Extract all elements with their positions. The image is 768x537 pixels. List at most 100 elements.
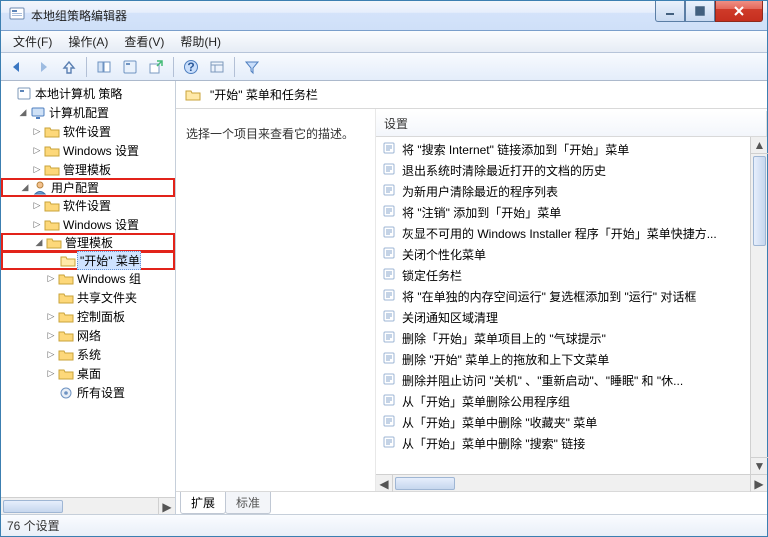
setting-item[interactable]: 为新用户清除最近的程序列表 xyxy=(376,181,750,202)
forward-button[interactable] xyxy=(31,55,55,79)
list-hscrollbar[interactable]: ◀ ▶ xyxy=(376,474,767,491)
details-body: 选择一个项目来查看它的描述。 设置 将 "搜索 Internet" 链接添加到「… xyxy=(176,109,767,492)
setting-item[interactable]: 将 "搜索 Internet" 链接添加到「开始」菜单 xyxy=(376,139,750,160)
policy-icon xyxy=(382,267,396,284)
tree-label: 系统 xyxy=(75,346,101,363)
folder-icon xyxy=(57,367,75,381)
tree-item-start-menu[interactable]: ▷"开始" 菜单 xyxy=(1,251,175,270)
setting-label: 为新用户清除最近的程序列表 xyxy=(402,183,558,200)
scroll-left-icon[interactable]: ◀ xyxy=(376,475,393,492)
scrollbar-thumb[interactable] xyxy=(395,477,455,490)
options-button[interactable] xyxy=(205,55,229,79)
menu-action[interactable]: 操作(A) xyxy=(60,31,116,52)
menu-view[interactable]: 查看(V) xyxy=(116,31,172,52)
tree-item-desktop[interactable]: ▷桌面 xyxy=(1,364,175,383)
tree-label: 软件设置 xyxy=(61,123,111,140)
tree-scroll[interactable]: ▶ 本地计算机 策略 ◢ 计算机配置 ▷ 软件设置 ▷Windows 设置 ▷管理… xyxy=(1,81,175,497)
policy-icon xyxy=(382,225,396,242)
setting-item[interactable]: 将 "在单独的内存空间运行" 复选框添加到 "运行" 对话框 xyxy=(376,286,750,307)
setting-item[interactable]: 关闭个性化菜单 xyxy=(376,244,750,265)
tree-twisty[interactable]: ▷ xyxy=(31,164,43,175)
tree-item-user-config[interactable]: ◢ 用户配置 xyxy=(1,178,175,197)
export-button[interactable] xyxy=(144,55,168,79)
folder-icon xyxy=(43,144,61,158)
setting-item[interactable]: 删除 "开始" 菜单上的拖放和上下文菜单 xyxy=(376,349,750,370)
toolbar-separator xyxy=(234,57,235,77)
tree-item-c-windows[interactable]: ▷Windows 设置 xyxy=(1,141,175,160)
policy-icon xyxy=(382,162,396,179)
tree-label: 软件设置 xyxy=(61,197,111,214)
setting-item[interactable]: 删除「开始」菜单项目上的 "气球提示" xyxy=(376,328,750,349)
window-root: 本地组策略编辑器 文件(F) 操作(A) 查看(V) 帮助(H) ? xyxy=(0,0,768,537)
setting-item[interactable]: 删除并阻止访问 "关机" 、"重新启动"、"睡眠" 和 "休... xyxy=(376,370,750,391)
setting-label: 关闭通知区域清理 xyxy=(402,309,498,326)
setting-label: 将 "搜索 Internet" 链接添加到「开始」菜单 xyxy=(402,141,629,158)
help-button[interactable]: ? xyxy=(179,55,203,79)
setting-item[interactable]: 锁定任务栏 xyxy=(376,265,750,286)
show-hide-tree-button[interactable] xyxy=(92,55,116,79)
scroll-right-icon[interactable]: ▶ xyxy=(158,498,175,515)
scroll-up-icon[interactable]: ▲ xyxy=(751,137,768,154)
tree-item-u-windows[interactable]: ▷Windows 设置 xyxy=(1,215,175,234)
setting-label: 删除 "开始" 菜单上的拖放和上下文菜单 xyxy=(402,351,609,368)
tree-item-c-admin[interactable]: ▷管理模板 xyxy=(1,160,175,179)
menu-help[interactable]: 帮助(H) xyxy=(172,31,229,52)
tree-twisty[interactable]: ▷ xyxy=(45,273,57,284)
column-header-setting[interactable]: 设置 xyxy=(376,111,767,136)
tree-label: 网络 xyxy=(75,327,101,344)
tree-label: 用户配置 xyxy=(49,179,99,196)
tree-item-network[interactable]: ▷ 网络 xyxy=(1,326,175,345)
tree-item-c-software[interactable]: ▷ 软件设置 xyxy=(1,122,175,141)
tree-twisty[interactable]: ◢ xyxy=(19,182,31,193)
properties-button[interactable] xyxy=(118,55,142,79)
back-button[interactable] xyxy=(5,55,29,79)
tree-twisty[interactable]: ▷ xyxy=(45,311,57,322)
scroll-right-icon[interactable]: ▶ xyxy=(750,475,767,492)
policy-icon xyxy=(382,246,396,263)
filter-button[interactable] xyxy=(240,55,264,79)
setting-item[interactable]: 关闭通知区域清理 xyxy=(376,307,750,328)
tree-twisty[interactable]: ▷ xyxy=(45,368,57,379)
setting-item[interactable]: 将 "注销" 添加到「开始」菜单 xyxy=(376,202,750,223)
details-header: "开始" 菜单和任务栏 xyxy=(176,81,767,109)
setting-item[interactable]: 退出系统时清除最近打开的文档的历史 xyxy=(376,160,750,181)
tree-twisty[interactable]: ▷ xyxy=(31,200,43,211)
settings-list[interactable]: 将 "搜索 Internet" 链接添加到「开始」菜单退出系统时清除最近打开的文… xyxy=(376,137,750,474)
tree-twisty[interactable]: ▷ xyxy=(31,145,43,156)
tree-twisty[interactable]: ▷ xyxy=(45,349,57,360)
user-icon xyxy=(31,180,49,196)
tree-twisty[interactable]: ▷ xyxy=(31,126,43,137)
scroll-down-icon[interactable]: ▼ xyxy=(751,457,768,474)
tree-twisty[interactable]: ◢ xyxy=(17,107,29,118)
setting-item[interactable]: 灰显不可用的 Windows Installer 程序「开始」菜单快捷方... xyxy=(376,223,750,244)
scrollbar-thumb[interactable] xyxy=(3,500,63,513)
tree-item-computer-config[interactable]: ◢ 计算机配置 xyxy=(1,103,175,122)
tree-twisty[interactable]: ▷ xyxy=(45,330,57,341)
tree-item-control-panel[interactable]: ▷控制面板 xyxy=(1,307,175,326)
settings-column: 设置 将 "搜索 Internet" 链接添加到「开始」菜单退出系统时清除最近打… xyxy=(376,109,767,491)
tree-item-windows-components[interactable]: ▷Windows 组 xyxy=(1,269,175,288)
maximize-button[interactable] xyxy=(685,1,715,22)
menu-file[interactable]: 文件(F) xyxy=(5,31,60,52)
up-button[interactable] xyxy=(57,55,81,79)
setting-item[interactable]: 从「开始」菜单删除公用程序组 xyxy=(376,391,750,412)
tree-twisty[interactable]: ▷ xyxy=(31,219,43,230)
close-button[interactable] xyxy=(715,1,763,22)
list-vscrollbar[interactable]: ▲ ▼ xyxy=(750,137,767,474)
scrollbar-thumb[interactable] xyxy=(753,156,766,246)
tree-hscrollbar[interactable]: ▶ xyxy=(1,497,175,514)
tree-item-u-admin[interactable]: ◢管理模板 xyxy=(1,233,175,252)
tree-item-shared-folders[interactable]: ▷共享文件夹 xyxy=(1,288,175,307)
policy-icon xyxy=(382,309,396,326)
minimize-button[interactable] xyxy=(655,1,685,22)
tree-item-root[interactable]: ▶ 本地计算机 策略 xyxy=(1,84,175,103)
tree-twisty[interactable]: ◢ xyxy=(33,237,45,248)
tab-standard[interactable]: 标准 xyxy=(225,492,271,514)
setting-item[interactable]: 从「开始」菜单中删除 "搜索" 链接 xyxy=(376,433,750,454)
folder-icon xyxy=(43,125,61,139)
tab-extended[interactable]: 扩展 xyxy=(180,492,226,514)
setting-item[interactable]: 从「开始」菜单中删除 "收藏夹" 菜单 xyxy=(376,412,750,433)
tree-item-all-settings[interactable]: ▷所有设置 xyxy=(1,383,175,402)
tree-item-u-software[interactable]: ▷ 软件设置 xyxy=(1,196,175,215)
tree-item-system[interactable]: ▷ 系统 xyxy=(1,345,175,364)
